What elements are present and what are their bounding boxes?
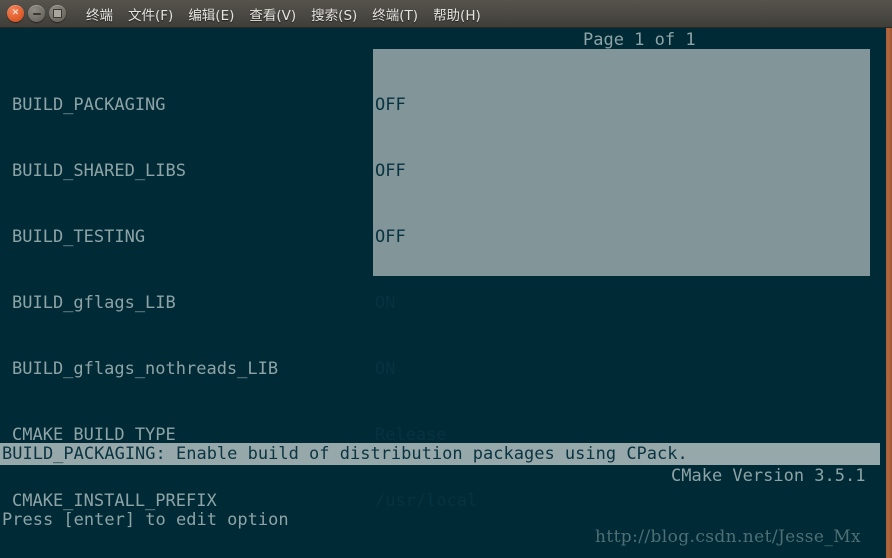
page-indicator-row: Page 1 of 1 (0, 28, 886, 50)
menu-item-edit[interactable]: 编辑(E) (188, 4, 234, 24)
menu-item-file[interactable]: 文件(F) (128, 4, 173, 24)
minimize-icon (32, 12, 41, 15)
terminal-window: × 终端 文件(F) 编辑(E) 查看(V) 搜索(S) 终端(T) 帮助(H)… (0, 0, 892, 558)
menu-item-view[interactable]: 查看(V) (249, 4, 296, 24)
option-value[interactable]: ON (375, 292, 477, 314)
menubar: 终端 文件(F) 编辑(E) 查看(V) 搜索(S) 终端(T) 帮助(H) (86, 4, 481, 24)
option-value[interactable]: OFF (375, 226, 477, 248)
window-controls: × (7, 5, 66, 22)
cmake-version-label: CMake Version 3.5.1 (671, 466, 866, 486)
option-description-bar: BUILD_PACKAGING: Enable build of distrib… (0, 443, 880, 465)
option-value[interactable]: OFF (375, 94, 477, 116)
maximize-button[interactable] (49, 5, 66, 22)
close-button[interactable]: × (7, 5, 24, 22)
option-description: BUILD_PACKAGING: Enable build of distrib… (2, 444, 688, 464)
menu-item-search[interactable]: 搜索(S) (311, 4, 357, 24)
window-right-border (886, 28, 892, 558)
option-name[interactable]: BUILD_TESTING (12, 226, 278, 248)
menu-item-terminal-title[interactable]: 终端 (86, 4, 113, 24)
watermark-text: http://blog.csdn.net/Jesse_Mx (595, 527, 862, 547)
help-key-list: Press [enter] to edit option Press [c] t… (2, 465, 678, 558)
option-value[interactable]: OFF (375, 160, 477, 182)
maximize-icon (53, 9, 62, 18)
option-name[interactable]: BUILD_SHARED_LIBS (12, 160, 278, 182)
terminal-screen[interactable]: Page 1 of 1 BUILD_PACKAGING BUILD_SHARED… (0, 28, 886, 558)
page-indicator: Page 1 of 1 (583, 30, 696, 50)
close-icon: × (11, 7, 20, 18)
option-name[interactable]: BUILD_PACKAGING (12, 94, 278, 116)
option-value[interactable]: ON (375, 358, 477, 380)
option-name[interactable]: BUILD_gflags_LIB (12, 292, 278, 314)
help-line: Press [enter] to edit option (2, 510, 289, 530)
option-name[interactable]: BUILD_gflags_nothreads_LIB (12, 358, 278, 380)
minimize-button[interactable] (28, 5, 45, 22)
menu-item-terminal[interactable]: 终端(T) (372, 4, 418, 24)
menu-item-help[interactable]: 帮助(H) (433, 4, 481, 24)
window-titlebar: × 终端 文件(F) 编辑(E) 查看(V) 搜索(S) 终端(T) 帮助(H) (0, 0, 892, 28)
option-value-panel[interactable]: OFF OFF OFF ON ON Release /usr/local OFF… (373, 49, 870, 558)
